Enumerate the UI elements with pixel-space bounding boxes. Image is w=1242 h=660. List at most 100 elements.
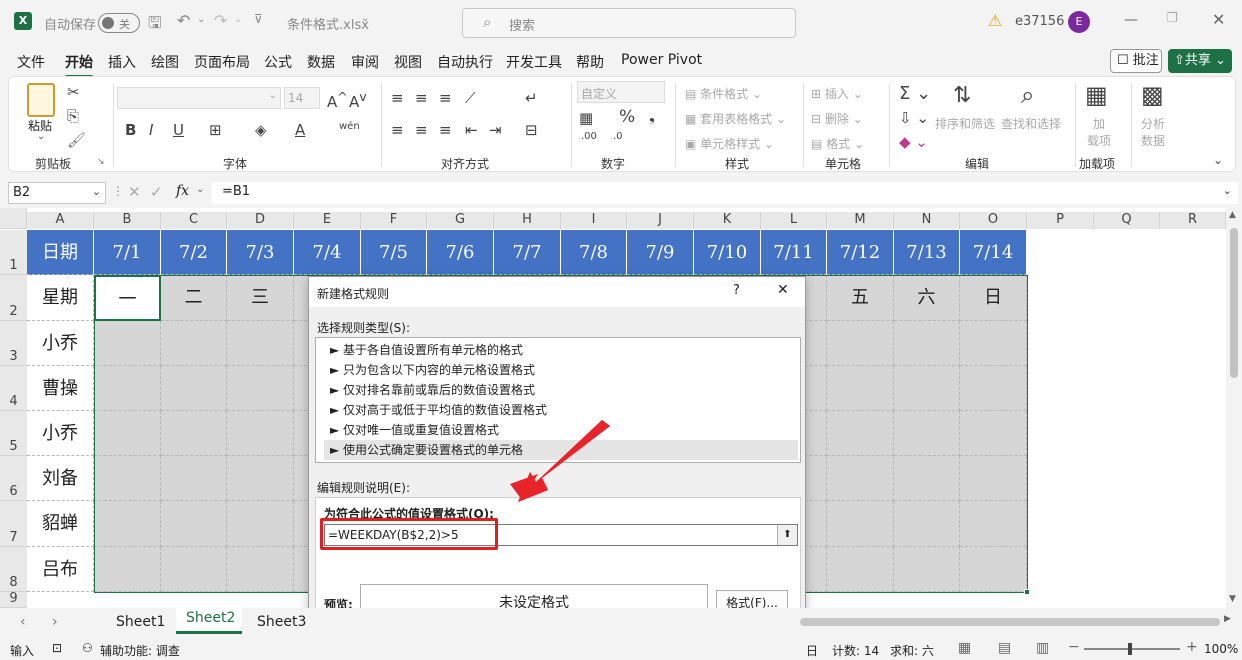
data-cell[interactable] (94, 321, 161, 366)
italic-icon[interactable]: I (149, 121, 153, 139)
data-cell[interactable] (161, 366, 227, 411)
header-cell[interactable]: 7/1 (94, 230, 161, 275)
header-cell[interactable]: 7/14 (960, 230, 1027, 275)
next-sheet-icon[interactable]: › (52, 614, 58, 630)
bold-icon[interactable]: B (125, 121, 136, 139)
rule-type-item[interactable]: ► 基于各自值设置所有单元格的格式 (324, 340, 798, 360)
rule-type-item[interactable]: ► 只为包含以下内容的单元格设置格式 (324, 360, 798, 380)
data-cell[interactable] (894, 411, 960, 456)
menu-data[interactable]: 数据 (307, 52, 335, 72)
menu-review[interactable]: 审阅 (351, 52, 379, 72)
cell-styles-button[interactable]: ▣ 单元格样式 ⌄ (685, 135, 774, 152)
data-cell[interactable] (894, 547, 960, 592)
filename-chevron-icon[interactable]: ⌄ (361, 13, 369, 24)
name-cell[interactable]: 吕布 (27, 547, 94, 592)
comma-icon[interactable]: ❟ (649, 107, 655, 125)
format-cells-button[interactable]: ▤ 格式 ⌄ (811, 135, 864, 152)
data-cell[interactable] (94, 501, 161, 547)
page-layout-view-icon[interactable]: ▤ (998, 640, 1011, 656)
header-cell[interactable]: 日期 (27, 230, 94, 275)
name-box-dropdown-icon[interactable]: ⌄ (92, 185, 101, 198)
comment-button[interactable]: ☐ 批注 (1110, 49, 1162, 73)
weekday-cell[interactable]: 三 (227, 275, 294, 321)
customize-qat-icon[interactable]: ⊽ (254, 12, 263, 26)
zoom-slider-thumb[interactable] (1128, 643, 1132, 655)
weekday-cell[interactable]: 星期 (27, 275, 94, 321)
undo-dropdown-icon[interactable]: ⌄ (197, 14, 205, 25)
menu-formulas[interactable]: 公式 (264, 52, 292, 72)
sort-filter-button[interactable]: 排序和筛选 (935, 115, 995, 132)
addins-button[interactable]: 加 载项 (1087, 115, 1111, 149)
border-icon[interactable]: ⊞ (209, 121, 222, 139)
autosave-toggle[interactable]: 关 (98, 13, 140, 33)
accessibility-icon[interactable]: ⚇ (82, 641, 93, 655)
data-cell[interactable] (960, 411, 1027, 456)
row-header[interactable]: 3 (0, 321, 27, 366)
data-cell[interactable] (827, 501, 894, 547)
header-cell[interactable]: 7/4 (294, 230, 361, 275)
minimize-icon[interactable]: — (1124, 12, 1138, 28)
menu-page-layout[interactable]: 页面布局 (194, 52, 250, 72)
fill-color-icon[interactable]: ◈ (255, 121, 267, 139)
data-cell[interactable] (161, 411, 227, 456)
column-header[interactable]: E (294, 212, 361, 229)
decrease-decimal-icon[interactable]: .0 (613, 131, 623, 142)
column-header[interactable]: D (227, 212, 294, 229)
zoom-slider[interactable] (1084, 648, 1180, 650)
header-cell[interactable]: 7/12 (827, 230, 894, 275)
column-header[interactable]: C (161, 212, 227, 229)
menu-power-pivot[interactable]: Power Pivot (621, 52, 702, 68)
scroll-down-icon[interactable]: ▼ (1229, 594, 1236, 604)
data-cell[interactable] (227, 501, 294, 547)
fill-handle[interactable] (1024, 589, 1030, 595)
header-cell[interactable]: 7/7 (494, 230, 561, 275)
warning-icon[interactable]: ⚠ (988, 11, 1002, 30)
column-header[interactable]: F (361, 212, 427, 229)
analyze-data-button[interactable]: 分析 数据 (1141, 115, 1165, 149)
redo-dropdown-icon[interactable]: ⌄ (234, 14, 242, 25)
align-top-icon[interactable]: ≡ (391, 89, 404, 107)
paste-dropdown-icon[interactable]: ⌄ (37, 131, 45, 142)
zoom-in-icon[interactable]: + (1186, 639, 1198, 655)
menu-developer[interactable]: 开发工具 (506, 52, 562, 72)
data-cell[interactable] (161, 547, 227, 592)
row-header[interactable]: 6 (0, 456, 27, 501)
row-header[interactable]: 1 (0, 230, 27, 275)
data-cell[interactable] (827, 456, 894, 501)
page-break-view-icon[interactable]: ▥ (1036, 640, 1049, 656)
column-header[interactable]: M (827, 212, 894, 229)
column-header[interactable]: J (627, 212, 694, 229)
accounting-icon[interactable]: ▦ (579, 109, 593, 127)
name-cell[interactable]: 貂蝉 (27, 501, 94, 547)
menu-home[interactable]: 开始 (65, 52, 93, 78)
normal-view-icon[interactable]: ▦ (958, 640, 971, 656)
name-cell[interactable]: 小乔 (27, 411, 94, 456)
scroll-right-icon[interactable]: ▶ (1224, 614, 1231, 624)
prev-sheet-icon[interactable]: ‹ (20, 614, 26, 630)
sheet-tab-3[interactable]: Sheet3 (257, 614, 306, 630)
weekday-cell[interactable]: 日 (960, 275, 1027, 321)
name-cell[interactable]: 曹操 (27, 366, 94, 411)
row-header[interactable]: 2 (0, 275, 27, 321)
accessibility-status[interactable]: 辅助功能: 调查 (100, 642, 180, 659)
data-cell[interactable] (161, 321, 227, 366)
font-size-select[interactable]: 14 (284, 87, 320, 109)
weekday-cell[interactable]: 二 (161, 275, 227, 321)
column-header[interactable]: I (561, 212, 627, 229)
format-painter-icon[interactable]: 🖌 (67, 131, 86, 149)
clear-icon[interactable]: ◆ ⌄ (899, 133, 928, 151)
name-box[interactable]: B2 ⌄ (8, 182, 106, 204)
vertical-scroll-thumb[interactable] (1230, 228, 1238, 378)
data-cell[interactable] (827, 547, 894, 592)
column-header[interactable]: O (960, 212, 1027, 229)
increase-font-icon[interactable]: A^ (327, 89, 348, 111)
menu-automate[interactable]: 自动执行 (437, 52, 493, 72)
undo-icon[interactable]: ↶ (177, 11, 190, 30)
header-cell[interactable]: 7/8 (561, 230, 627, 275)
fx-dropdown-icon[interactable]: ⌄ (196, 184, 204, 195)
column-header[interactable]: K (694, 212, 761, 229)
data-cell[interactable] (894, 366, 960, 411)
align-right-icon[interactable]: ≡ (439, 121, 452, 139)
row-header[interactable]: 7 (0, 501, 27, 547)
header-cell[interactable]: 7/9 (627, 230, 694, 275)
